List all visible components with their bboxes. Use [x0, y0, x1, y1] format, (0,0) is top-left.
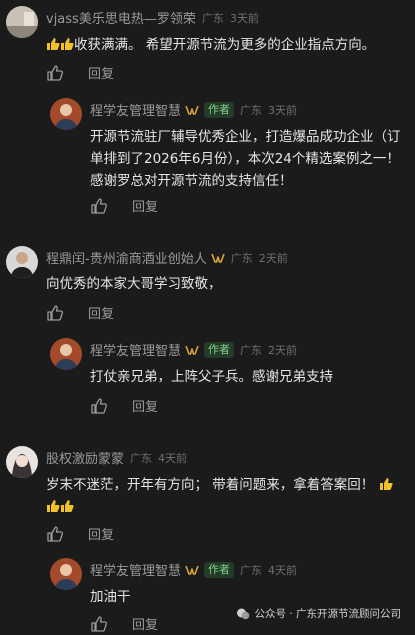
like-button[interactable] — [90, 197, 108, 215]
comment-time: 4天前 — [158, 451, 188, 465]
reply-location: 广东 — [240, 103, 263, 117]
thumbs-up-icon — [47, 304, 64, 321]
avatar[interactable] — [6, 246, 38, 278]
reply-time: 3天前 — [268, 103, 298, 117]
reply-text: 打仗亲兄弟，上阵父子兵。感谢兄弟支持 — [90, 369, 333, 385]
author-avatar[interactable] — [50, 558, 82, 590]
reply-button[interactable]: 回复 — [132, 396, 158, 415]
comment-time: 3天前 — [229, 11, 259, 25]
thumbs-up-emoji-icon — [47, 500, 60, 512]
comment-text: 岁末不迷茫，开年有方向； 带着问题来，拿着答案回！ — [46, 477, 375, 493]
like-button[interactable] — [46, 64, 64, 82]
thumbs-up-icon — [91, 397, 108, 414]
comment-header: 股权激励蒙蒙 广东 4天前 — [46, 448, 188, 468]
author-name[interactable]: 程学友管理智慧 — [90, 340, 181, 359]
comment-actions: 回复 — [46, 303, 114, 322]
verified-badge-icon — [210, 253, 225, 263]
thumbs-up-icon — [91, 615, 108, 632]
comment-text-block: 岁末不迷茫，开年有方向； 带着问题来，拿着答案回！ — [46, 474, 405, 518]
author-avatar[interactable] — [50, 98, 82, 130]
thumbs-up-emoji-icon — [47, 38, 60, 50]
reply-button[interactable]: 回复 — [132, 614, 158, 633]
thumbs-up-emoji-icon — [61, 500, 74, 512]
like-button[interactable] — [46, 304, 64, 322]
reply-button[interactable]: 回复 — [88, 303, 114, 322]
comment-location: 广东 — [130, 451, 153, 465]
author-avatar[interactable] — [50, 338, 82, 370]
comment-text-block: 收获满满。 希望开源节流为更多的企业指点方向。 — [46, 34, 405, 56]
reply-time: 4天前 — [268, 563, 298, 577]
like-button[interactable] — [90, 615, 108, 633]
reply-time: 2天前 — [268, 343, 298, 357]
author-name[interactable]: 程学友管理智慧 — [90, 100, 181, 119]
author-avatar-image-icon — [50, 558, 82, 590]
reply-actions: 回复 — [90, 396, 158, 415]
reply-text: 加油干 — [90, 589, 131, 605]
reply-actions: 回复 — [90, 614, 158, 633]
verified-badge-icon — [185, 345, 199, 355]
reply-actions: 回复 — [90, 196, 158, 215]
reply-button[interactable]: 回复 — [132, 196, 158, 215]
reply-location: 广东 — [240, 343, 263, 357]
reply-button[interactable]: 回复 — [88, 63, 114, 82]
thumbs-up-icon — [91, 197, 108, 214]
like-button[interactable] — [90, 397, 108, 415]
verified-badge-icon — [185, 105, 199, 115]
author-badge: 作者 — [204, 341, 235, 358]
reply-button[interactable]: 回复 — [88, 524, 114, 543]
comment-actions: 回复 — [46, 524, 114, 543]
comment-actions: 回复 — [46, 63, 114, 82]
reply-text: 开源节流驻厂辅导优秀企业，打造爆品成功企业（订单排到了2026年6月份），本次2… — [90, 129, 401, 189]
watermark-text: 公众号 · 广东开源节流顾问公司 — [254, 608, 401, 620]
reply-header: 程学友管理智慧 作者 广东 3天前 — [90, 100, 297, 119]
commenter-name[interactable]: 股权激励蒙蒙 — [46, 448, 124, 467]
like-button[interactable] — [46, 525, 64, 543]
comment-time: 2天前 — [258, 251, 288, 265]
comment-header: 程鼎闰-贵州渝商酒业创始人 广东 2天前 — [46, 248, 288, 268]
avatar-image-icon — [6, 446, 38, 478]
commenter-name[interactable]: vjass美乐思电热—罗领荣 — [46, 8, 196, 27]
comment-text: 向优秀的本家大哥学习致敬， — [46, 276, 222, 292]
avatar[interactable] — [6, 446, 38, 478]
thumbs-up-emoji-icon — [379, 478, 393, 490]
author-avatar-image-icon — [50, 338, 82, 370]
author-badge: 作者 — [204, 561, 235, 578]
avatar-image-icon — [6, 6, 38, 38]
author-avatar-image-icon — [50, 98, 82, 130]
comment-location: 广东 — [201, 11, 224, 25]
verified-badge-icon — [185, 565, 199, 575]
comment-header: vjass美乐思电热—罗领荣 广东 3天前 — [46, 8, 259, 28]
thumbs-up-emoji-icon — [61, 38, 74, 50]
author-badge: 作者 — [204, 101, 235, 118]
comment-location: 广东 — [230, 251, 253, 265]
thumbs-up-icon — [47, 525, 64, 542]
author-name[interactable]: 程学友管理智慧 — [90, 560, 181, 579]
commenter-name[interactable]: 程鼎闰-贵州渝商酒业创始人 — [46, 248, 207, 267]
reply-header: 程学友管理智慧 作者 广东 4天前 — [90, 560, 297, 579]
avatar[interactable] — [6, 6, 38, 38]
thumbs-up-icon — [47, 64, 64, 81]
comment-text: 收获满满。 希望开源节流为更多的企业指点方向。 — [74, 37, 376, 53]
wechat-icon — [237, 608, 250, 619]
avatar-image-icon — [6, 246, 38, 278]
watermark: 公众号 · 广东开源节流顾问公司 — [236, 606, 401, 621]
reply-location: 广东 — [240, 563, 263, 577]
reply-header: 程学友管理智慧 作者 广东 2天前 — [90, 340, 297, 359]
